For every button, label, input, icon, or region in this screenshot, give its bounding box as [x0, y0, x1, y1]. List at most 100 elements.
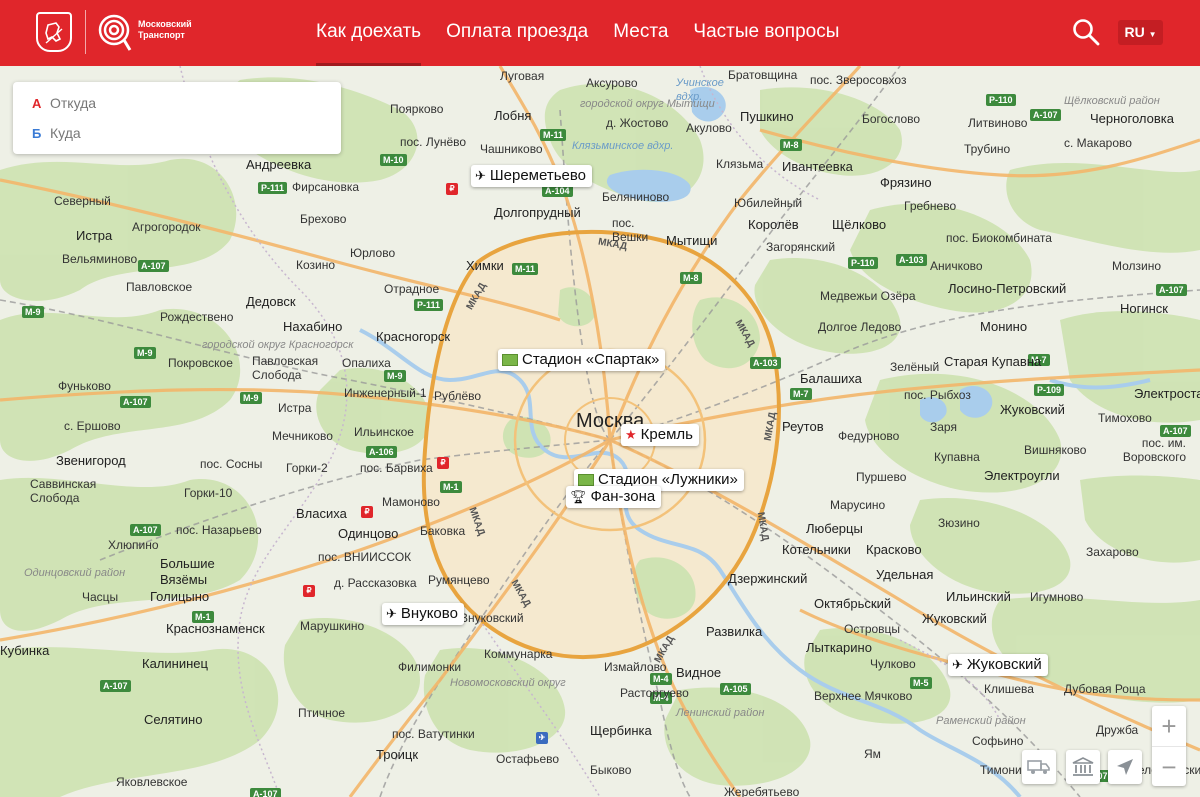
map-label: Тимохово [1098, 411, 1152, 425]
map-label: с. Макарово [1064, 136, 1132, 150]
road-shield-m10: M-10 [380, 154, 407, 166]
road-shield-m11: M-11 [540, 129, 567, 141]
nav-places[interactable]: Места [613, 0, 668, 66]
road-shield-m7-2: M-7 [790, 388, 812, 400]
route-to-placeholder: Куда [50, 125, 81, 141]
poi-kremlin[interactable]: ★ Кремль [621, 424, 699, 446]
map-label: Истра [76, 228, 113, 243]
route-to-letter: Б [32, 125, 42, 141]
map-label: Горки-10 [184, 486, 233, 500]
map-label: Клязьминское вдхр. [572, 140, 674, 152]
chevron-down-icon: ▼ [1148, 30, 1157, 39]
map-label: Щербинка [590, 723, 652, 738]
map-label: Большие Вязёмы [160, 556, 215, 587]
road-shield-m8: M-8 [780, 139, 802, 151]
map-label: Жуковский [1000, 402, 1065, 417]
route-to-field[interactable]: Б Куда [13, 118, 341, 148]
map-label: Лыткарино [806, 640, 872, 655]
map-label: Рождествено [160, 310, 234, 324]
map-label: Поярково [390, 102, 444, 116]
map-label: Новомосковский округ [450, 677, 566, 689]
map-label: Дружба [1096, 723, 1139, 737]
airplane-icon: ✈ [386, 606, 397, 621]
map-label: Селятино [144, 712, 203, 727]
route-from-letter: А [32, 95, 42, 111]
traffic-layer-button[interactable] [1022, 750, 1056, 784]
road-shield-a107-3: A-107 [1156, 284, 1187, 296]
moscow-emblem-icon[interactable] [36, 12, 72, 52]
location-arrow-icon [1117, 759, 1133, 775]
map-label: Королёв [748, 217, 799, 232]
road-shield-p111: P-111 [258, 182, 288, 194]
map-label: Горки-2 [286, 461, 328, 475]
map-canvas[interactable]: M-11 M-10 A-104 P-111 M-8 P-110 A-107 M-… [0, 66, 1200, 797]
map-label: Истра [278, 401, 312, 415]
map-label: Нахабино [283, 319, 343, 334]
map-label: Балашиха [800, 371, 862, 386]
map-label: Одинцово [338, 526, 399, 541]
map-label: Красково [866, 542, 922, 557]
route-from-field[interactable]: А Откуда [13, 88, 341, 118]
nav-faq[interactable]: Частые вопросы [693, 0, 839, 66]
map-label: Черноголовка [1090, 111, 1175, 126]
map-label: Ногинск [1120, 301, 1168, 316]
zoom-out-button[interactable]: − [1152, 746, 1186, 787]
poi-label: Жуковский [966, 656, 1042, 673]
zoom-in-button[interactable]: + [1152, 706, 1186, 746]
road-shield-m8-2: M-8 [680, 272, 702, 284]
geolocation-button[interactable] [1108, 750, 1142, 784]
map-label: Остафьево [496, 752, 560, 766]
transport-logo-icon[interactable] [94, 12, 134, 57]
map-label: Федурново [838, 429, 900, 443]
map-label: пос. Вешки [612, 216, 649, 244]
map-label: Ильинский [946, 589, 1011, 604]
nav-how-to-get[interactable]: Как доехать [316, 0, 422, 66]
map-label: Коммунарка [484, 647, 553, 661]
road-shield-m11-2: M-11 [512, 263, 539, 275]
landmarks-layer-button[interactable] [1066, 750, 1100, 784]
language-select[interactable]: RU ▼ [1118, 20, 1163, 45]
map-label: Голицыно [150, 589, 210, 604]
poi-vnukovo[interactable]: ✈ Внуково [382, 603, 464, 625]
rail-station-icon: ₽ [303, 585, 315, 597]
poi-sheremetyevo[interactable]: ✈ Шереметьево [471, 165, 593, 187]
poi-fan-zone[interactable]: 🏆︎ Фан-зона [566, 486, 662, 508]
map-label: Покровское [168, 356, 233, 370]
map-label: Октябрьский [814, 596, 892, 611]
map-label: Быково [590, 763, 632, 777]
poi-spartak-stadium[interactable]: Стадион «Спартак» [498, 349, 666, 371]
road-shield-m9-2: M-9 [134, 347, 156, 359]
map-label: пос. Лунёво [400, 135, 467, 149]
map-label: Долгопрудный [494, 205, 581, 220]
road-shield-p109: P-109 [1034, 384, 1065, 396]
rail-station-icon: ₽ [446, 183, 458, 195]
search-icon[interactable] [1072, 18, 1100, 46]
nav-payment[interactable]: Оплата проезда [446, 0, 588, 66]
poi-label: Стадион «Спартак» [522, 351, 660, 368]
airport-small-icon: ✈ [536, 732, 548, 744]
map-label: Фирсановка [292, 180, 360, 194]
map-label: Акулово [686, 121, 732, 135]
map-label: Юбилейный [734, 196, 803, 210]
map-label: пос. Назарьево [176, 523, 262, 537]
map-label: Островцы [844, 622, 901, 636]
map-label: Клишева [984, 682, 1034, 696]
map-label: Братовщина [728, 68, 798, 82]
map-label: пос. Биокомбината [946, 231, 1052, 245]
map-label: Химки [466, 258, 504, 273]
map-label: Филимонки [398, 660, 462, 674]
map-label: Дедовск [246, 294, 296, 309]
map-label: Видное [676, 665, 722, 680]
poi-zhukovsky[interactable]: ✈ Жуковский [948, 654, 1048, 676]
map-label: Чашниково [480, 142, 543, 156]
map-label: Беляниново [602, 190, 670, 204]
route-panel: А Откуда Б Куда [13, 82, 341, 154]
map-label: Пушкино [740, 109, 794, 124]
map-label: Ивантеевка [782, 159, 853, 174]
map-label: Хлюпино [108, 538, 159, 552]
poi-label: Кремль [640, 426, 693, 443]
map-label: Ям [864, 747, 881, 761]
road-shield-m9-3: M-9 [384, 370, 406, 382]
map-label: Фуньково [58, 379, 111, 393]
road-shield-a107-4: A-107 [120, 396, 151, 408]
